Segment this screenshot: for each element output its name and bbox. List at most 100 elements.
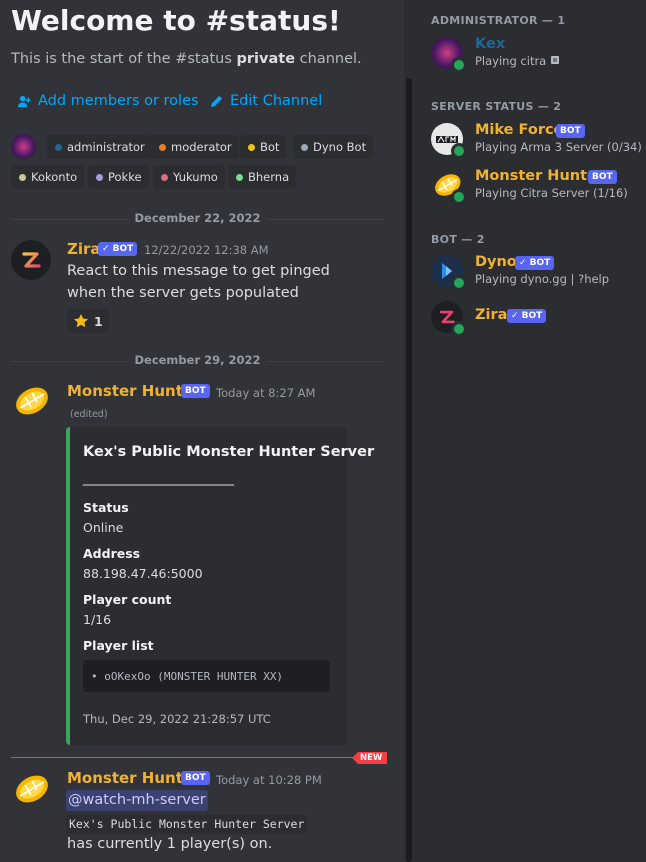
role-pill-dyno-bot[interactable]: Dyno Bot bbox=[293, 135, 374, 159]
role-pill-moderator[interactable]: moderator bbox=[151, 135, 239, 159]
role-name: Yukumo bbox=[173, 170, 218, 184]
role-color-dot bbox=[236, 173, 243, 181]
message-content: React to this message to get pinged when… bbox=[67, 260, 387, 304]
add-user-icon bbox=[17, 95, 31, 107]
verified-bot-tag: ✓ BOT bbox=[515, 256, 555, 270]
role-color-dot bbox=[96, 173, 103, 181]
add-members-button[interactable]: Add members or roles bbox=[17, 93, 199, 109]
message-timestamp: Today at 10:28 PM bbox=[216, 773, 322, 787]
reaction-count: 1 bbox=[94, 313, 103, 329]
member-name: Kex bbox=[475, 36, 506, 52]
avatar bbox=[431, 301, 467, 337]
edited-label: (edited) bbox=[70, 409, 108, 420]
role-mention[interactable]: @watch-mh-server bbox=[66, 790, 208, 811]
bullet: • bbox=[91, 669, 105, 683]
server-status-embed: Kex's Public Monster Hunter Server _____… bbox=[66, 427, 374, 745]
role-name: Kokonto bbox=[31, 170, 78, 184]
online-status-dot bbox=[451, 275, 467, 291]
member-name: Zira bbox=[475, 307, 508, 323]
role-color-dot bbox=[248, 143, 255, 151]
date-divider: December 22, 2022 bbox=[0, 211, 395, 225]
member-activity: Playing Arma 3 Server (0/34) bbox=[475, 140, 642, 154]
avatar bbox=[431, 255, 467, 291]
role-name: Pokke bbox=[108, 170, 142, 184]
new-messages-line bbox=[11, 757, 357, 758]
activity-text: Playing citra bbox=[475, 54, 547, 68]
subtitle-bold: private bbox=[236, 51, 296, 67]
star-icon bbox=[74, 314, 88, 328]
role-color-dot bbox=[161, 173, 168, 181]
bot-tag: BOT bbox=[181, 771, 210, 785]
online-status-dot bbox=[451, 143, 467, 159]
monster-hunter-avatar[interactable] bbox=[11, 381, 51, 421]
avatar bbox=[431, 37, 467, 73]
online-status-dot bbox=[451, 57, 467, 73]
role-color-dot bbox=[55, 143, 62, 151]
member-group-header: BOT — 2 bbox=[431, 233, 485, 246]
embed-footer-timestamp: Thu, Dec 29, 2022 21:28:57 UTC bbox=[83, 712, 271, 726]
subtitle-prefix: This is the start of the #status bbox=[11, 51, 237, 67]
chat-scrollbar-thumb[interactable] bbox=[406, 78, 412, 862]
edit-channel-label: Edit Channel bbox=[230, 93, 323, 109]
member-activity: Playing dyno.gg | ?help bbox=[475, 272, 610, 286]
field-status-value: Online bbox=[83, 520, 124, 535]
role-pill-kokonto[interactable]: Kokonto bbox=[11, 165, 85, 189]
field-player-count-name: Player count bbox=[83, 592, 172, 607]
channel-welcome-title: Welcome to #status! bbox=[11, 4, 341, 37]
add-members-label: Add members or roles bbox=[38, 93, 199, 109]
message-timestamp: Today at 8:27 AM bbox=[216, 386, 316, 400]
chat-scrollbar[interactable] bbox=[404, 0, 414, 862]
rich-presence-icon bbox=[550, 56, 559, 64]
role-pill-bot[interactable]: Bot bbox=[240, 135, 287, 159]
avatar bbox=[431, 123, 467, 159]
message-line: when the server gets populated bbox=[67, 285, 299, 301]
role-color-dot bbox=[159, 143, 166, 151]
avatar bbox=[431, 169, 467, 205]
embed-title: Kex's Public Monster Hunter Server bbox=[83, 444, 375, 460]
bot-tag: BOT bbox=[556, 124, 585, 138]
date-divider: December 29, 2022 bbox=[0, 353, 395, 367]
message-timestamp: 12/22/2022 12:38 AM bbox=[144, 243, 269, 257]
role-name: moderator bbox=[171, 140, 232, 154]
role-name: Bot bbox=[260, 140, 280, 154]
role-color-dot bbox=[301, 143, 308, 151]
monster-hunter-logo-icon bbox=[16, 387, 48, 415]
member-name: Monster Hunter bbox=[475, 168, 605, 184]
reaction-star[interactable]: 1 bbox=[67, 309, 109, 333]
member-list: ADMINISTRATOR — 1 Kex Playing citra SERV… bbox=[414, 0, 646, 862]
message-line: React to this message to get pinged bbox=[67, 263, 330, 279]
player-list-codeblock: • oOKexOo (MONSTER HUNTER XX) bbox=[83, 660, 330, 692]
message-line: has currently 1 player(s) on. bbox=[67, 836, 273, 852]
field-player-count-value: 1/16 bbox=[83, 612, 112, 627]
role-name: administrator bbox=[67, 140, 145, 154]
field-player-list-name: Player list bbox=[83, 638, 154, 653]
zira-avatar[interactable] bbox=[11, 240, 51, 280]
date-divider-label: December 22, 2022 bbox=[128, 211, 267, 225]
member-name: Mike Force bbox=[475, 122, 564, 138]
role-pill-yukumo[interactable]: Yukumo bbox=[153, 165, 225, 189]
online-status-dot bbox=[451, 321, 467, 337]
pencil-icon bbox=[210, 95, 223, 107]
verified-bot-tag: ✓ BOT bbox=[507, 309, 547, 323]
member-activity: Playing Citra Server (1/16) bbox=[475, 186, 628, 200]
channel-welcome-subtitle: This is the start of the #status private… bbox=[11, 51, 362, 67]
edit-channel-button[interactable]: Edit Channel bbox=[209, 93, 322, 109]
message-author[interactable]: Zira bbox=[67, 240, 101, 258]
member-activity: Playing citra bbox=[475, 54, 560, 68]
member-group-header: ADMINISTRATOR — 1 bbox=[431, 14, 566, 27]
role-pill-bherna[interactable]: Bherna bbox=[228, 165, 297, 189]
online-status-dot bbox=[451, 189, 467, 205]
new-messages-badge: NEW bbox=[352, 752, 388, 764]
field-address-value: 88.198.47.46:5000 bbox=[83, 566, 203, 581]
zira-logo-icon bbox=[22, 252, 41, 268]
verified-bot-tag: ✓ BOT bbox=[98, 242, 138, 256]
monster-hunter-avatar[interactable] bbox=[11, 769, 51, 809]
role-pill-administrator[interactable]: administrator bbox=[47, 135, 152, 159]
field-address-name: Address bbox=[83, 546, 141, 561]
embed-separator: ________________________ bbox=[83, 470, 234, 486]
role-pill-pokke[interactable]: Pokke bbox=[88, 165, 149, 189]
channel-owner-avatar bbox=[11, 134, 36, 159]
monster-hunter-logo-icon bbox=[16, 775, 48, 803]
subtitle-suffix: channel. bbox=[295, 51, 362, 67]
field-status-name: Status bbox=[83, 500, 129, 515]
